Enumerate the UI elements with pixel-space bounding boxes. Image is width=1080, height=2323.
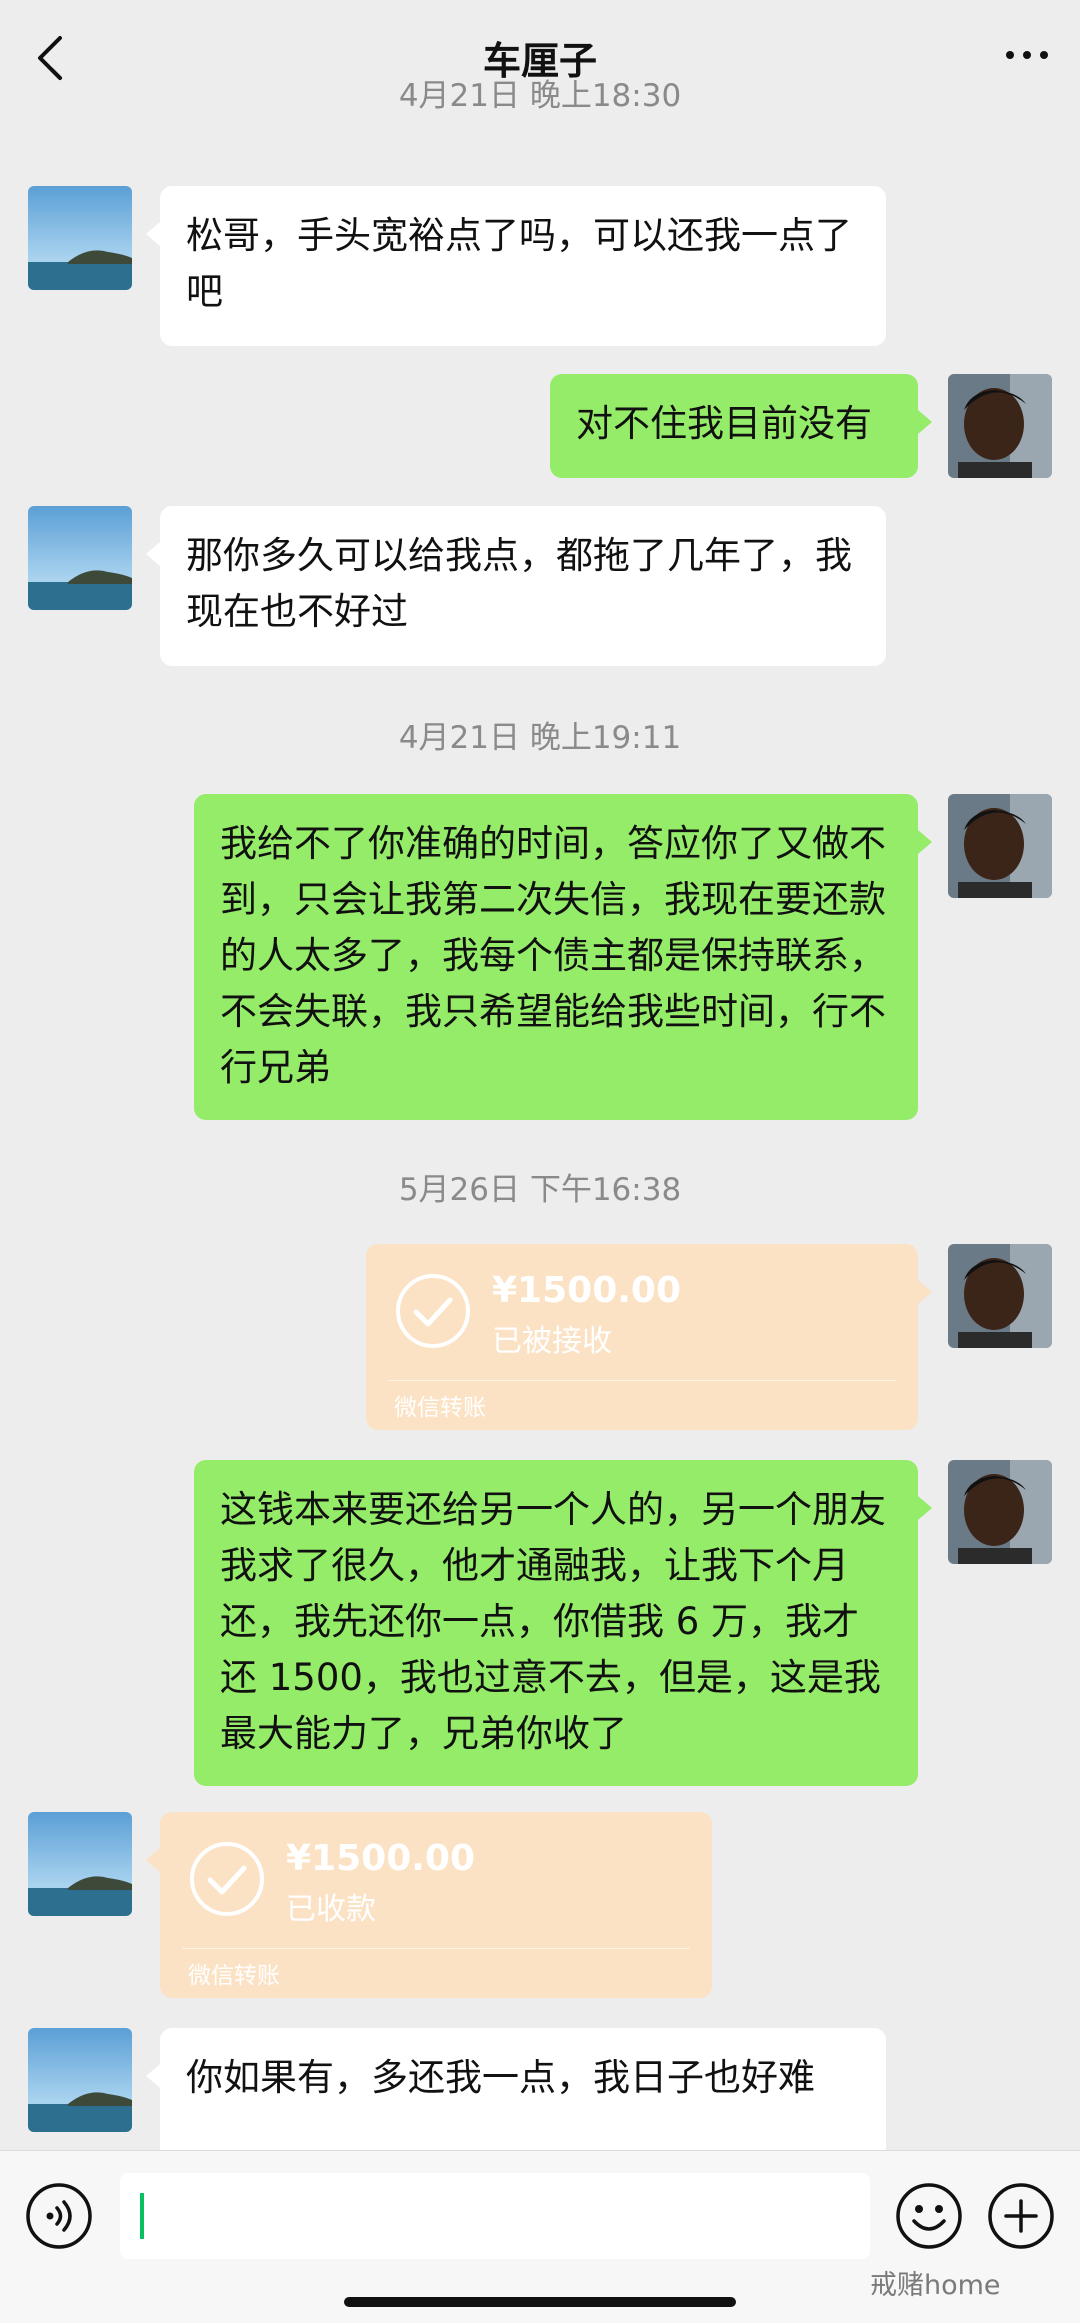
transfer-status: 已被接收 <box>492 1324 612 1359</box>
transfer-footer: 微信转账 <box>188 1963 280 1989</box>
message-bubble-self[interactable]: 我给不了你准确的时间，答应你了又做不到，只会让我第二次失信，我现在要还款的人太多… <box>194 794 932 1120</box>
check-circle-icon <box>190 1842 264 1916</box>
watermark: 戒赌home <box>870 2270 1001 2301</box>
plus-icon[interactable] <box>986 2181 1056 2251</box>
transfer-divider <box>182 1948 690 1949</box>
contact-avatar[interactable] <box>28 1812 132 1916</box>
voice-icon[interactable] <box>24 2181 94 2251</box>
home-indicator <box>344 2297 736 2307</box>
message-bubble-self[interactable]: 对不住我目前没有 <box>550 374 932 478</box>
transfer-status: 已收款 <box>286 1892 376 1927</box>
transfer-footer: 微信转账 <box>394 1395 486 1421</box>
message-bubble-other[interactable]: 那你多久可以给我点，都拖了几年了，我现在也不好过 <box>146 506 886 666</box>
transfer-card-other[interactable]: ¥1500.00 已收款 微信转账 <box>146 1812 712 1998</box>
transfer-card-self[interactable]: ¥1500.00 已被接收 微信转账 <box>366 1244 932 1430</box>
timestamp: 5月26日 下午16:38 <box>398 1172 682 1208</box>
contact-avatar[interactable] <box>28 186 132 290</box>
message-input[interactable] <box>120 2173 870 2259</box>
self-avatar[interactable] <box>948 1460 1052 1564</box>
transfer-divider <box>388 1380 896 1381</box>
contact-avatar[interactable] <box>28 506 132 610</box>
self-avatar[interactable] <box>948 794 1052 898</box>
contact-avatar[interactable] <box>28 2028 132 2132</box>
chat-title: 车厘子 <box>482 39 597 83</box>
self-avatar[interactable] <box>948 374 1052 478</box>
text-cursor <box>140 2193 144 2239</box>
check-circle-icon <box>396 1274 470 1348</box>
timestamp: 4月21日 晚上19:11 <box>398 720 682 756</box>
message-bubble-self[interactable]: 这钱本来要还给另一个人的，另一个朋友我求了很久，他才通融我，让我下个月还，我先还… <box>194 1460 932 1786</box>
self-avatar[interactable] <box>948 1244 1052 1348</box>
input-bar: 戒赌home <box>0 2150 1080 2323</box>
message-bubble-other[interactable]: 松哥，手头宽裕点了吗，可以还我一点了吧 <box>146 186 886 346</box>
emoji-icon[interactable] <box>894 2181 964 2251</box>
transfer-amount: ¥1500.00 <box>286 1838 476 1879</box>
transfer-amount: ¥1500.00 <box>492 1270 682 1311</box>
more-horizontal-icon[interactable] <box>1002 40 1052 70</box>
